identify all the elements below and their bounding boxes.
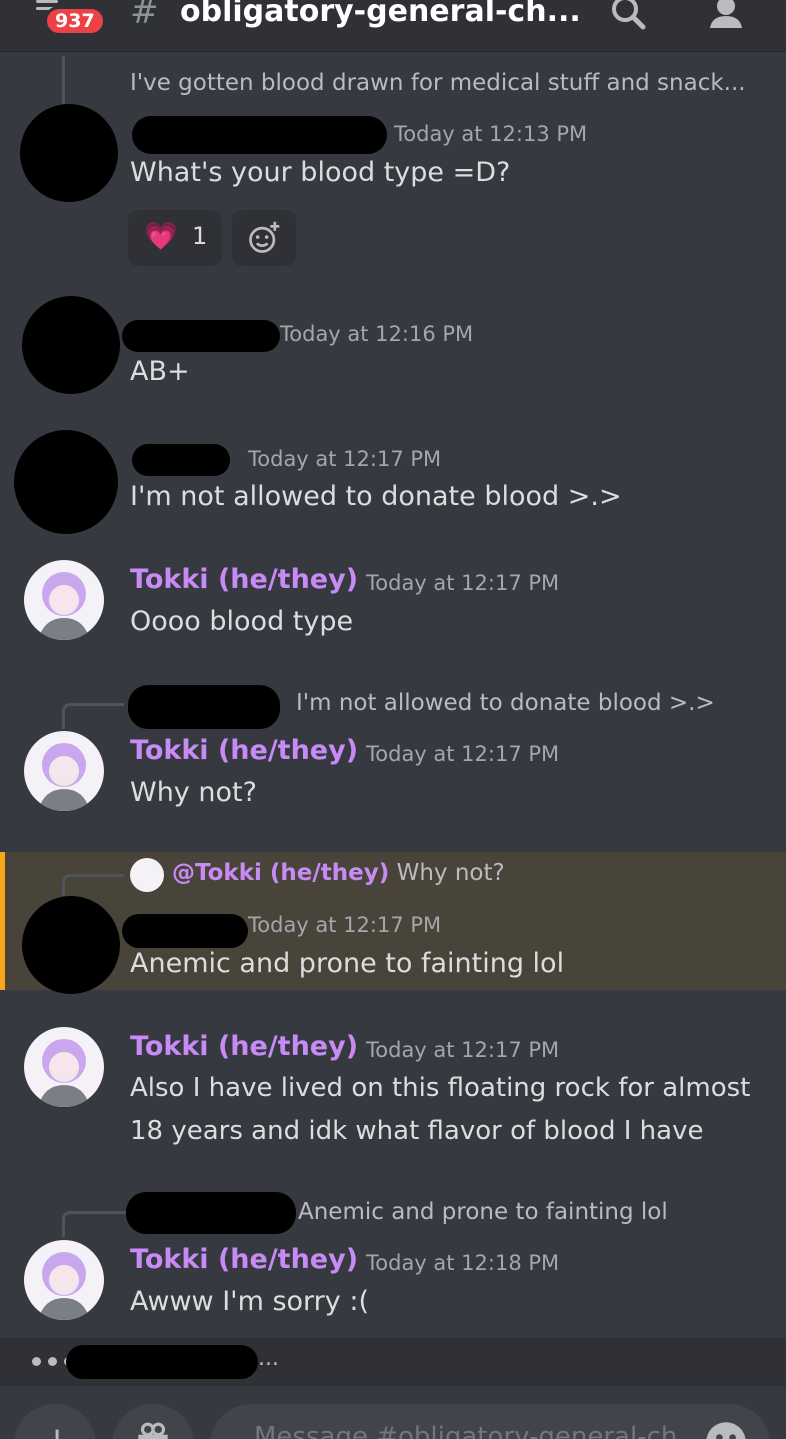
avatar[interactable]	[24, 1027, 104, 1107]
redacted-username	[128, 685, 280, 729]
reply-connector	[62, 1211, 126, 1237]
redacted-username	[122, 914, 248, 948]
message-timestamp: Today at 12:18 PM	[366, 1251, 560, 1275]
reply-connector	[62, 56, 102, 104]
message-timestamp: Today at 12:17 PM	[366, 1038, 560, 1062]
message-input-placeholder: Message #obligatory-general-ch	[254, 1422, 678, 1439]
redacted-username	[132, 444, 230, 476]
author-name[interactable]: Tokki (he/they)	[130, 564, 358, 595]
gift-button[interactable]	[112, 1404, 194, 1439]
message-text-line-2: 18 years and idk what flavor of blood I …	[130, 1116, 704, 1146]
message-text: Anemic and prone to fainting lol	[130, 948, 565, 979]
redacted-username	[66, 1345, 258, 1379]
unread-badge: 937	[44, 6, 106, 36]
message-timestamp: Today at 12:13 PM	[394, 122, 588, 146]
add-reaction-icon	[249, 221, 280, 253]
message-text: Why not?	[130, 777, 257, 808]
heart-emoji: 💗	[144, 221, 178, 252]
message-text-line-1: Also I have lived on this floating rock …	[130, 1073, 751, 1103]
message-text: Awww I'm sorry :(	[130, 1286, 369, 1317]
redacted-username	[126, 1192, 296, 1234]
message-timestamp: Today at 12:17 PM	[248, 913, 442, 937]
message-timestamp: Today at 12:16 PM	[280, 322, 474, 346]
redacted-username	[132, 116, 387, 154]
avatar[interactable]	[14, 430, 118, 534]
message-text: AB+	[130, 356, 190, 387]
avatar[interactable]	[22, 296, 120, 394]
reaction-heart[interactable]: 💗 1	[128, 210, 222, 266]
message-text: I'm not allowed to donate blood >.>	[130, 481, 622, 512]
author-name[interactable]: Tokki (he/they)	[130, 735, 358, 766]
search-icon[interactable]	[608, 0, 648, 34]
tokki-avatar-icon	[38, 1252, 90, 1320]
author-name[interactable]: Tokki (he/they)	[130, 1244, 358, 1275]
channel-title[interactable]: obligatory-general-ch...	[180, 0, 581, 29]
reply-preview-text[interactable]: I'm not allowed to donate blood >.>	[296, 690, 715, 716]
channel-hash-icon: #	[130, 0, 159, 32]
attach-button[interactable]: +	[14, 1404, 96, 1439]
avatar[interactable]	[22, 896, 120, 994]
reply-preview-text: Why not?	[396, 860, 505, 886]
members-icon[interactable]	[704, 0, 744, 34]
reply-connector	[62, 874, 124, 896]
message-timestamp: Today at 12:17 PM	[366, 742, 560, 766]
reply-connector	[62, 703, 124, 729]
reply-preview-text[interactable]: I've gotten blood drawn for medical stuf…	[130, 70, 746, 96]
redacted-username	[122, 320, 280, 352]
tokki-avatar-icon	[38, 743, 90, 811]
message-input[interactable]: Message #obligatory-general-ch	[210, 1404, 770, 1439]
reply-mention-name: @Tokki (he/they)	[172, 860, 390, 886]
reply-preview-text[interactable]: Anemic and prone to fainting lol	[298, 1199, 668, 1225]
message-composer: + Message #obligatory-general-ch	[0, 1386, 786, 1439]
tokki-avatar-icon	[38, 1039, 90, 1107]
message-text: What's your blood type =D?	[130, 157, 511, 188]
add-reaction-button[interactable]	[232, 210, 296, 266]
author-name[interactable]: Tokki (he/they)	[130, 1031, 358, 1062]
tokki-avatar-icon	[38, 572, 90, 640]
reply-avatar	[130, 858, 164, 892]
typing-dot	[32, 1357, 41, 1366]
message-timestamp: Today at 12:17 PM	[366, 571, 560, 595]
reaction-count: 1	[192, 222, 208, 250]
avatar[interactable]	[24, 560, 104, 640]
typing-indicator: ...	[0, 1338, 786, 1386]
message-text: Oooo blood type	[130, 606, 354, 637]
typing-dot	[48, 1357, 57, 1366]
channel-header: 937 # obligatory-general-ch...	[0, 0, 786, 52]
avatar[interactable]	[24, 731, 104, 811]
message-timestamp: Today at 12:17 PM	[248, 447, 442, 471]
typing-suffix: ...	[258, 1346, 279, 1371]
avatar[interactable]	[24, 1240, 104, 1320]
plus-icon: +	[42, 1420, 72, 1439]
avatar[interactable]	[20, 104, 118, 202]
reply-preview[interactable]: @Tokki (he/they) Why not?	[172, 860, 505, 886]
emoji-icon[interactable]	[704, 1420, 748, 1439]
gift-icon	[138, 1422, 168, 1439]
